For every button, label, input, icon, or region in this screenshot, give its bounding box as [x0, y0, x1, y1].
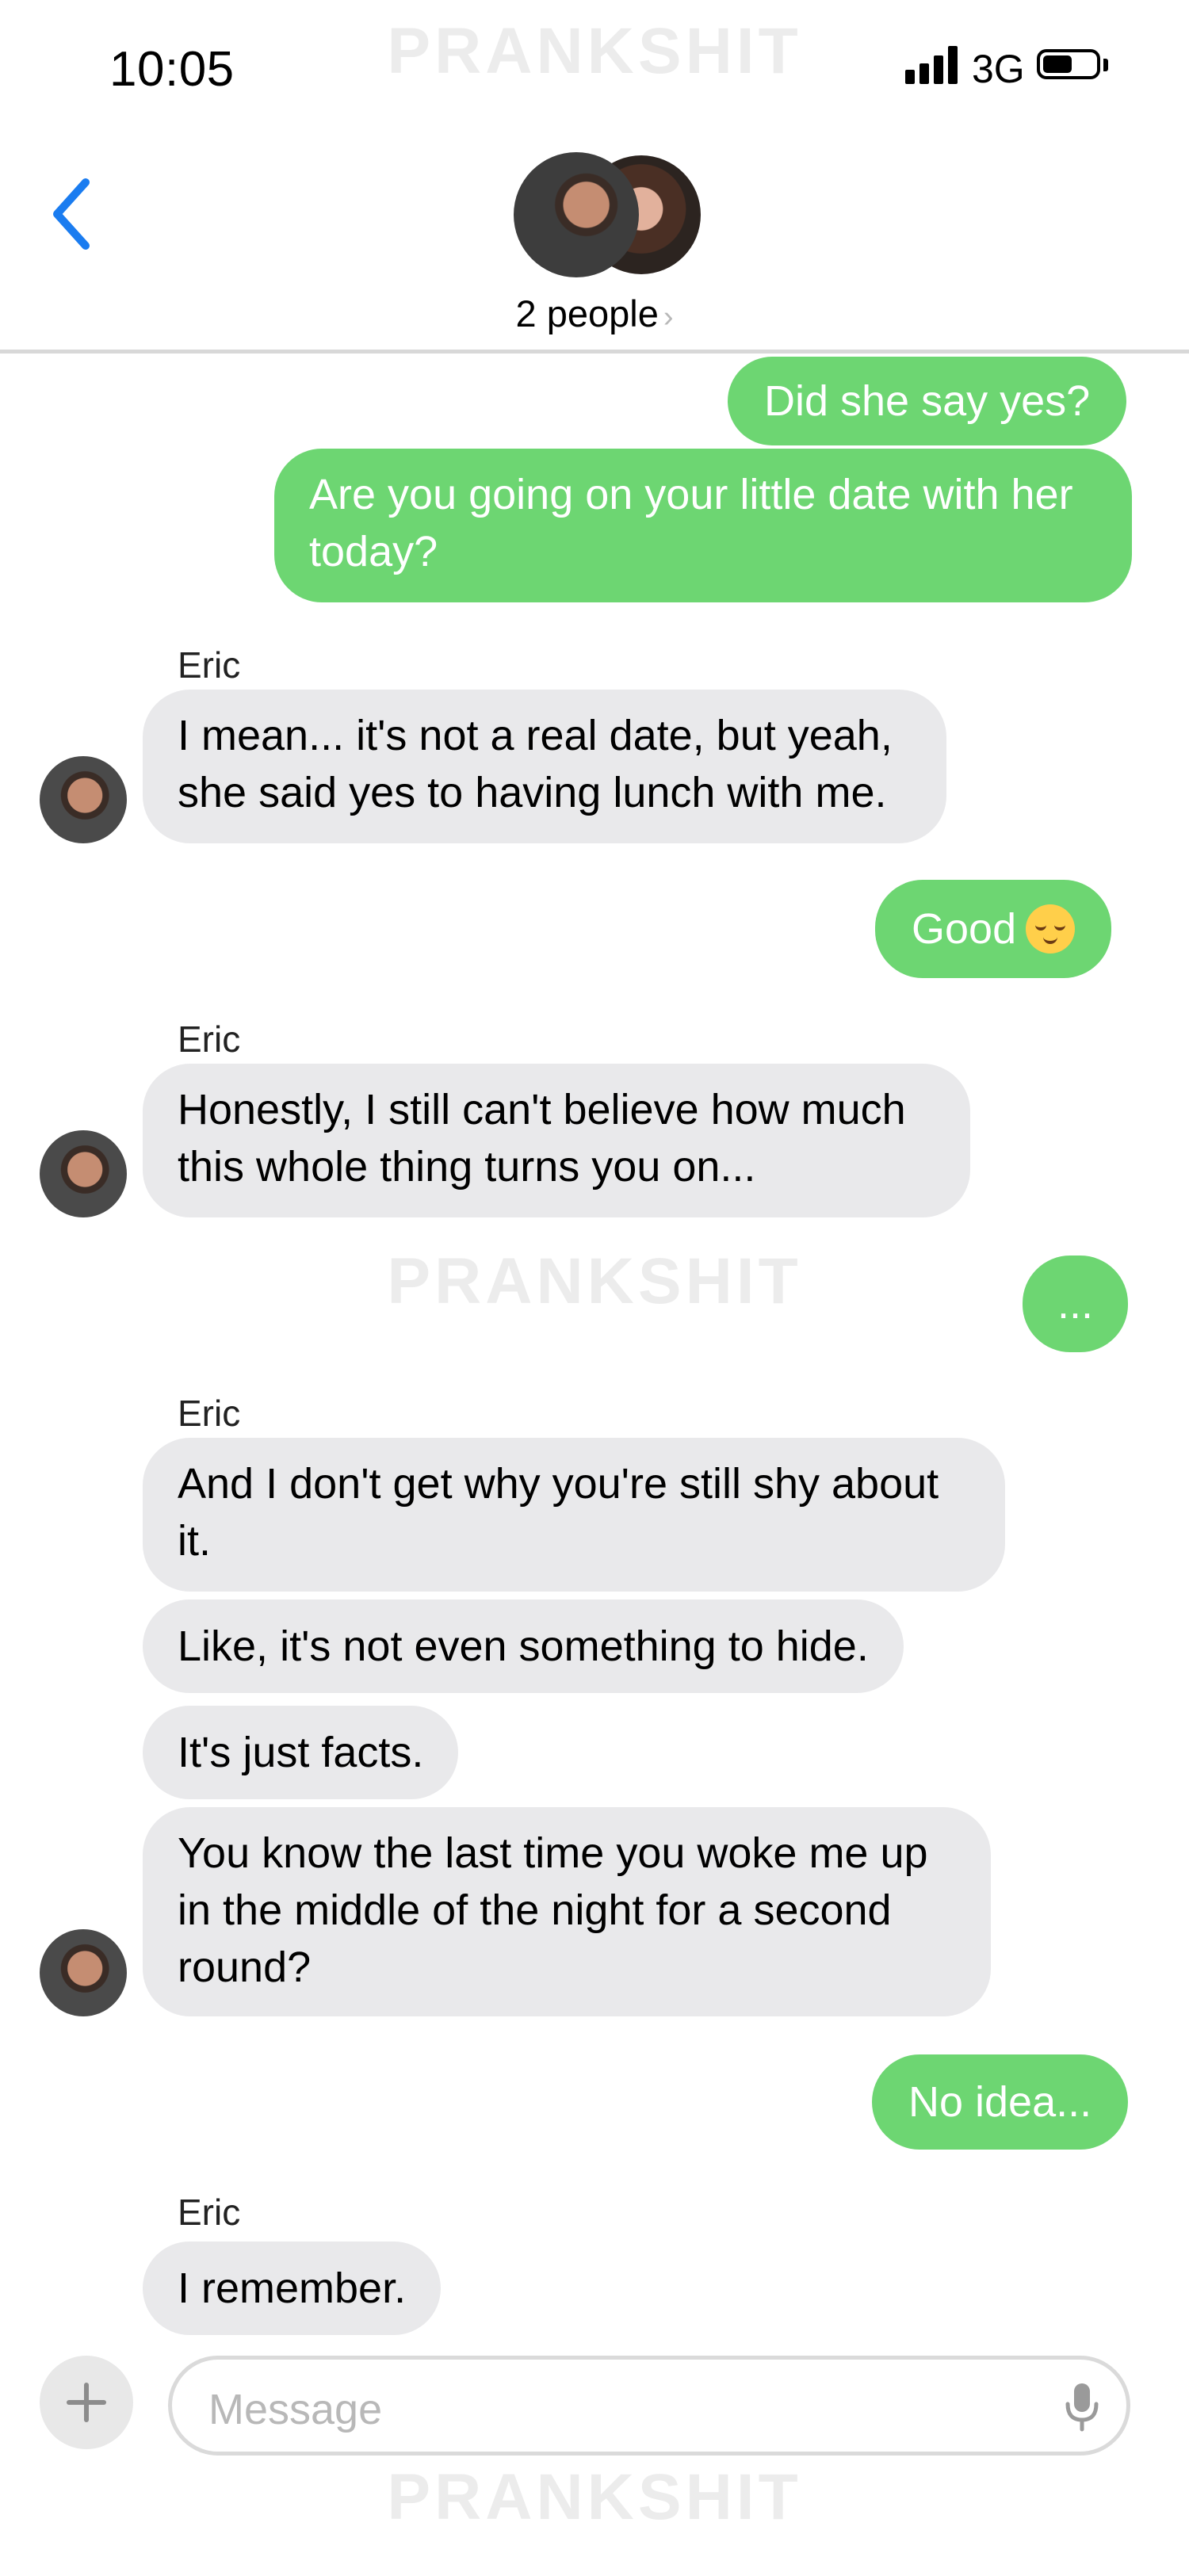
message-bubble-incoming[interactable]: And I don't get why you're still shy abo…: [143, 1438, 1005, 1592]
chevron-left-icon: [53, 178, 90, 250]
sender-name: Eric: [178, 1019, 241, 1060]
microphone-icon[interactable]: [1058, 2379, 1106, 2436]
sender-avatar[interactable]: [40, 1929, 127, 2016]
participants-count: 2 people: [515, 292, 659, 334]
sender-name: Eric: [178, 644, 241, 686]
message-bubble-incoming[interactable]: Honestly, I still can't believe how much…: [143, 1064, 970, 1217]
message-bubble-outgoing[interactable]: ...: [1023, 1256, 1129, 1352]
chevron-right-icon: ›: [663, 300, 674, 334]
message-bubble-incoming[interactable]: Like, it's not even something to hide.: [143, 1599, 904, 1693]
message-bubble-outgoing[interactable]: No idea...: [872, 2054, 1129, 2150]
message-text: Good: [912, 905, 1017, 953]
watermark-middle: PRANKSHIT: [387, 1245, 802, 1317]
group-avatar[interactable]: [514, 152, 701, 279]
participants-label[interactable]: 2 people ›: [0, 292, 1189, 335]
sender-avatar[interactable]: [40, 756, 127, 843]
watermark-top: PRANKSHIT: [387, 15, 802, 87]
sender-name: Eric: [178, 2192, 241, 2233]
message-input[interactable]: Message: [168, 2356, 1130, 2456]
relieved-face-emoji-icon: [1026, 904, 1076, 954]
participant-avatar-1: [514, 152, 639, 277]
message-placeholder: Message: [208, 2386, 383, 2433]
conversation-header: 2 people ›: [0, 135, 1189, 354]
add-attachment-button[interactable]: [40, 2356, 133, 2449]
sender-avatar[interactable]: [40, 1130, 127, 1217]
back-button[interactable]: [36, 166, 108, 262]
message-bubble-outgoing[interactable]: Did she say yes?: [728, 357, 1127, 445]
message-bubble-incoming[interactable]: I remember.: [143, 2242, 442, 2335]
message-bubble-incoming[interactable]: I mean... it's not a real date, but yeah…: [143, 690, 946, 843]
message-bubble-incoming[interactable]: You know the last time you woke me up in…: [143, 1807, 991, 2016]
sender-name: Eric: [178, 1393, 241, 1434]
message-bubble-outgoing[interactable]: Are you going on your little date with h…: [274, 449, 1132, 602]
watermark-bottom: PRANKSHIT: [387, 2461, 802, 2533]
message-bubble-incoming[interactable]: It's just facts.: [143, 1706, 459, 1799]
message-bubble-outgoing[interactable]: Good: [875, 880, 1112, 978]
